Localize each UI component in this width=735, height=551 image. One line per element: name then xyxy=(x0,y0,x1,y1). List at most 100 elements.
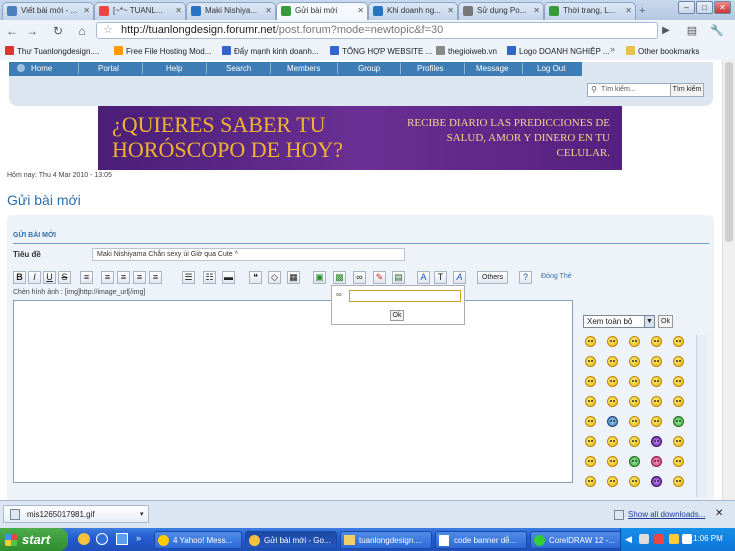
smiley-icon[interactable] xyxy=(673,416,684,427)
justify-icon[interactable]: ≡ xyxy=(149,271,162,284)
bookmark-item[interactable]: Logo DOANH NGHIỆP ... xyxy=(507,46,610,56)
smiley-icon[interactable] xyxy=(607,376,618,387)
overflow-icon[interactable]: » xyxy=(610,44,615,54)
other-bookmarks[interactable]: Other bookmarks xyxy=(626,46,699,56)
download-item[interactable]: mis1265017981.gif ▾ xyxy=(3,505,149,523)
others-button[interactable]: Others xyxy=(477,271,508,284)
browser-tab[interactable]: Thời trang, L... ✕ xyxy=(544,2,636,20)
code-icon[interactable]: ◇ xyxy=(268,271,281,284)
smiley-icon[interactable] xyxy=(673,396,684,407)
smiley-icon[interactable] xyxy=(585,476,596,487)
close-icon[interactable]: ✕ xyxy=(715,508,723,519)
strike-button[interactable]: S xyxy=(58,271,71,284)
smiley-icon[interactable] xyxy=(673,336,684,347)
smiley-icon[interactable] xyxy=(651,416,662,427)
volume-icon[interactable] xyxy=(682,534,692,544)
chrome-icon[interactable] xyxy=(78,533,90,545)
bookmark-item[interactable]: Thư Tuanlongdesign.... xyxy=(5,46,99,56)
show-all-downloads-link[interactable]: Show all downloads... xyxy=(628,510,705,519)
taskbar-chrome[interactable]: Gửi bài mới - Go... xyxy=(245,531,337,549)
smiley-icon[interactable] xyxy=(651,356,662,367)
scroll-thumb[interactable] xyxy=(725,62,733,242)
smiley-icon[interactable] xyxy=(607,356,618,367)
reload-icon[interactable]: ↻ xyxy=(50,23,66,39)
page-menu-icon[interactable]: ▤ xyxy=(684,23,700,39)
close-tab-icon[interactable]: ✕ xyxy=(265,6,272,15)
overflow-icon[interactable]: » xyxy=(136,533,141,543)
underline-button[interactable]: U xyxy=(43,271,56,284)
flash-icon[interactable]: ✎ xyxy=(373,271,386,284)
taskbar-notepad[interactable]: code banner dễ... xyxy=(435,531,527,549)
browser-tab[interactable]: Khi doanh ng... ✕ xyxy=(368,2,458,20)
smiley-icon[interactable] xyxy=(673,376,684,387)
close-tab-icon[interactable]: ✕ xyxy=(175,6,182,15)
start-button[interactable]: start xyxy=(0,528,68,551)
smiley-icon[interactable] xyxy=(629,336,640,347)
smiley-icon[interactable] xyxy=(651,476,662,487)
close-tab-icon[interactable]: ✕ xyxy=(625,6,632,15)
smiley-icon[interactable] xyxy=(585,396,596,407)
taskbar-yahoo[interactable]: 4 Yahoo! Mess... xyxy=(154,531,242,549)
minimize-button[interactable]: – xyxy=(678,1,695,14)
font-color-icon[interactable]: A xyxy=(417,271,430,284)
home-icon[interactable]: ⌂ xyxy=(74,23,90,39)
link-icon[interactable]: ∞ xyxy=(353,271,366,284)
nav-search[interactable]: Search xyxy=(226,64,251,73)
desktop-icon[interactable] xyxy=(116,533,128,545)
horizontal-rule-icon[interactable]: ▬ xyxy=(222,271,235,284)
smiley-icon[interactable] xyxy=(651,336,662,347)
smiley-icon[interactable] xyxy=(629,376,640,387)
smiley-icon[interactable] xyxy=(585,356,596,367)
new-tab-button[interactable]: + xyxy=(639,5,645,17)
nav-message[interactable]: Message xyxy=(476,64,508,73)
tray-icon[interactable] xyxy=(639,534,649,544)
maximize-button[interactable]: □ xyxy=(696,1,713,14)
nav-profiles[interactable]: Profiles xyxy=(417,64,444,73)
nav-portal[interactable]: Portal xyxy=(98,64,119,73)
smiley-icon[interactable] xyxy=(585,336,596,347)
browser-tab[interactable]: Maki Nishiya... ✕ xyxy=(186,2,276,20)
link-url-input[interactable] xyxy=(349,290,461,302)
star-icon[interactable]: ☆ xyxy=(103,23,113,36)
close-tab-icon[interactable]: ✕ xyxy=(357,6,364,15)
ie-icon[interactable] xyxy=(96,533,108,545)
font-face-icon[interactable]: A xyxy=(453,271,466,284)
smiley-icon[interactable] xyxy=(607,336,618,347)
align-left-icon[interactable]: ≡ xyxy=(101,271,114,284)
smiley-icon[interactable] xyxy=(629,456,640,467)
smiley-icon[interactable] xyxy=(585,456,596,467)
address-bar[interactable]: ☆ http://tuanlongdesign.forumr.net/post.… xyxy=(96,22,658,39)
browser-tab[interactable]: Sử dụng Po... ✕ xyxy=(458,2,544,20)
italic-button[interactable]: I xyxy=(28,271,41,284)
tray-expand-icon[interactable]: ◀ xyxy=(625,534,632,545)
smiley-icon[interactable] xyxy=(629,436,640,447)
nav-home[interactable]: Home xyxy=(31,64,52,73)
popup-ok-button[interactable]: Ok xyxy=(390,310,404,321)
help-icon[interactable]: ? xyxy=(519,271,532,284)
bold-button[interactable]: B xyxy=(13,271,26,284)
image-icon[interactable]: ▣ xyxy=(313,271,326,284)
align-right-icon[interactable]: ≡ xyxy=(133,271,146,284)
tray-icon[interactable] xyxy=(669,534,679,544)
message-textarea[interactable] xyxy=(13,300,573,483)
bookmark-item[interactable]: Free File Hosting Mod... xyxy=(114,46,211,56)
chevron-down-icon[interactable]: ▾ xyxy=(140,510,144,518)
image-host-icon[interactable]: ▩ xyxy=(333,271,346,284)
close-tags-link[interactable]: Đóng Thẻ xyxy=(541,273,572,280)
go-icon[interactable]: ▶ xyxy=(658,23,674,39)
subject-input[interactable]: Maki Nishiyama Chắn sexy úi Giờ qua Cute… xyxy=(92,248,405,261)
close-tab-icon[interactable]: ✕ xyxy=(83,6,90,15)
table-icon[interactable]: ▦ xyxy=(287,271,300,284)
smiley-icon[interactable] xyxy=(607,396,618,407)
wrench-icon[interactable]: 🔧 xyxy=(709,23,725,39)
smiley-icon[interactable] xyxy=(651,376,662,387)
back-icon[interactable]: ← xyxy=(4,23,20,39)
smiley-icon[interactable] xyxy=(607,456,618,467)
browser-tab-active[interactable]: Gửi bài mới ✕ xyxy=(276,2,368,20)
smiley-icon[interactable] xyxy=(651,396,662,407)
nav-group[interactable]: Group xyxy=(358,64,380,73)
numbered-list-icon[interactable]: ☰ xyxy=(182,271,195,284)
taskbar-folder[interactable]: tuanlongdesign.... xyxy=(340,531,432,549)
close-window-button[interactable]: ✕ xyxy=(714,1,731,14)
smiley-icon[interactable] xyxy=(673,356,684,367)
